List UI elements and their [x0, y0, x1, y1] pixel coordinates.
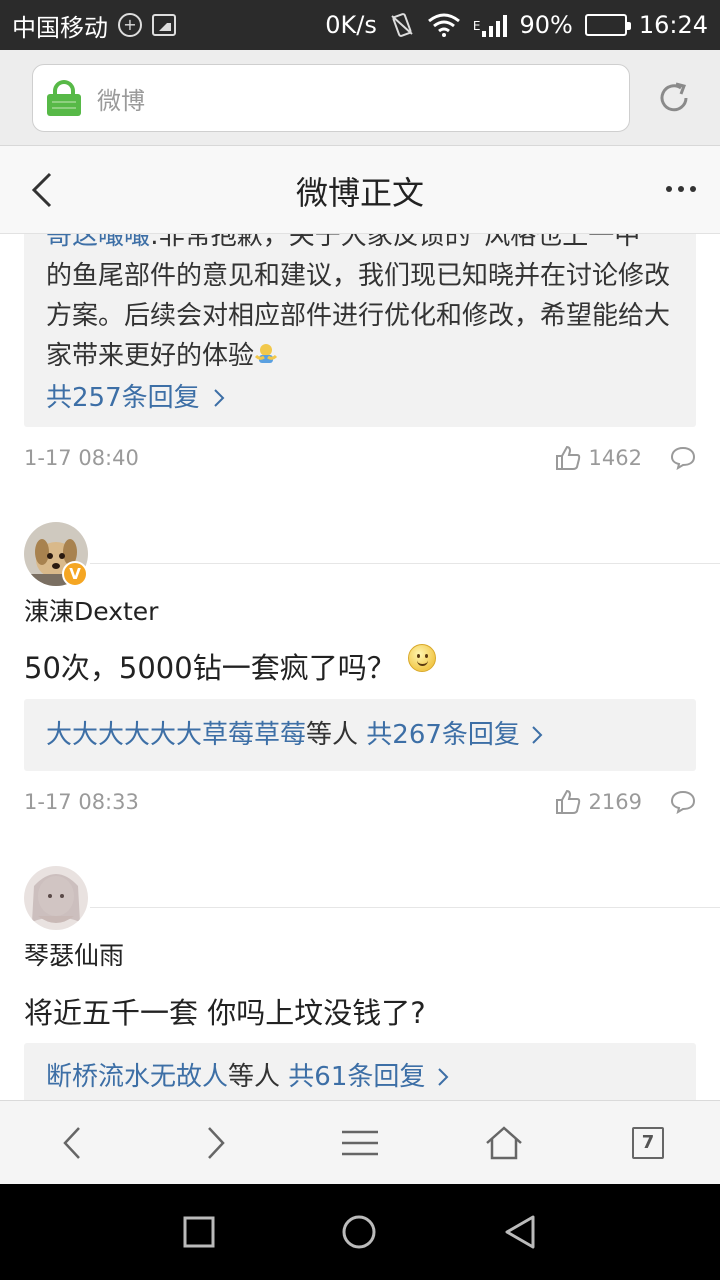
- reply-text-partial: :非常抱歉，关于大家反馈的“风格也上一中: [150, 234, 641, 251]
- clock: 16:24: [638, 11, 708, 39]
- reload-icon[interactable]: [654, 78, 694, 118]
- home-icon: [486, 1125, 522, 1159]
- url-text: 微博: [97, 86, 145, 115]
- reply-count-link[interactable]: 共267条回复: [366, 720, 520, 750]
- page-header: 微博正文: [0, 146, 720, 234]
- recent-apps-icon[interactable]: [183, 1216, 215, 1248]
- reply-count-link[interactable]: 共61条回复: [288, 1062, 425, 1092]
- comment-username[interactable]: 涷涷Dexter: [24, 592, 158, 628]
- verified-badge: V: [62, 561, 88, 587]
- reply-suffix: 等人: [228, 1062, 281, 1092]
- back-triangle-icon[interactable]: [503, 1214, 537, 1250]
- menu-icon: [342, 1130, 378, 1155]
- hug-emoji-icon: [254, 344, 278, 363]
- divider: [90, 907, 720, 908]
- reply-suffix: 等人: [306, 720, 359, 750]
- comment-meta: 1-17 08:40 1462: [24, 438, 696, 478]
- divider: [90, 563, 720, 564]
- comment-meta: 1-17 08:33 2169: [24, 782, 696, 822]
- network-type-label: E: [472, 19, 481, 33]
- vibrate-icon: [391, 13, 413, 37]
- chevron-right-icon: [437, 1068, 449, 1086]
- reply-text: 的鱼尾部件的意见和建议，我们现已知晓并在讨论修改方案。后续会对相应部件进行优化和…: [46, 261, 671, 371]
- reply-count-link[interactable]: 共257条回复: [46, 383, 200, 413]
- like-button[interactable]: 2169: [555, 789, 642, 815]
- reply-users-link[interactable]: 断桥流水无故人: [46, 1062, 228, 1092]
- more-options-icon[interactable]: [666, 186, 696, 192]
- like-button[interactable]: 1462: [555, 445, 642, 471]
- comment-bubble-icon[interactable]: [670, 446, 696, 470]
- battery-icon: [584, 14, 631, 36]
- reply-preview[interactable]: 哥这嘬嘬:非常抱歉，关于大家反馈的“风格也上一中 的鱼尾部件的意见和建议，我们现…: [24, 234, 696, 427]
- carrier-label: 中国移动: [12, 13, 108, 42]
- net-speed: 0K/s: [325, 11, 377, 39]
- chevron-right-icon: [214, 389, 225, 407]
- tabs-count: 7: [632, 1126, 664, 1159]
- wifi-icon: [427, 13, 461, 37]
- tabs-button[interactable]: 7: [576, 1101, 720, 1184]
- comment-text: 50次，5000钻一套疯了吗？: [24, 651, 396, 685]
- comment-time: 1-17 08:33: [24, 790, 139, 814]
- comment-time: 1-17 08:40: [24, 446, 139, 470]
- page-title: 微博正文: [295, 174, 424, 212]
- comment-text-container: 50次，5000钻一套疯了吗？: [24, 644, 436, 687]
- like-count: 1462: [588, 446, 642, 470]
- data-plus-icon: +: [118, 13, 142, 37]
- browser-forward-button[interactable]: [144, 1101, 288, 1184]
- secure-lock-icon: [47, 80, 81, 116]
- chevron-right-icon: [208, 1126, 225, 1159]
- signal-icon: [482, 13, 508, 37]
- thumbs-up-icon: [555, 445, 580, 470]
- url-field[interactable]: 微博: [32, 64, 630, 132]
- browser-toolbar: 7: [0, 1100, 720, 1184]
- reply-users-link[interactable]: 大大大大大大草莓草莓: [46, 720, 306, 750]
- status-bar: 中国移动 + 0K/s E 90% 16:24: [0, 0, 720, 50]
- home-circle-icon[interactable]: [341, 1214, 377, 1250]
- system-nav-bar: [0, 1184, 720, 1280]
- comment-username[interactable]: 琴瑟仙雨: [24, 936, 124, 972]
- chevron-right-icon: [532, 726, 543, 744]
- comment-list: 哥这嘬嘬:非常抱歉，关于大家反馈的“风格也上一中 的鱼尾部件的意见和建议，我们现…: [0, 234, 720, 1100]
- reply-preview[interactable]: 断桥流水无故人等人 共61条回复: [24, 1043, 696, 1100]
- reply-user-link[interactable]: 哥这嘬嘬: [46, 234, 150, 251]
- comment-bubble-icon[interactable]: [670, 790, 696, 814]
- browser-address-bar: 微博: [0, 50, 720, 146]
- smile-emoji-icon: [407, 644, 436, 672]
- reply-preview[interactable]: 大大大大大大草莓草莓等人 共267条回复: [24, 699, 696, 771]
- comment-text: 将近五千一套 你吗上坟没钱了?: [24, 996, 426, 1030]
- browser-back-button[interactable]: [0, 1101, 144, 1184]
- battery-percent: 90%: [519, 11, 573, 39]
- menu-button[interactable]: [288, 1101, 432, 1184]
- screenshot-notification-icon: [152, 14, 176, 36]
- chevron-left-icon: [63, 1126, 80, 1159]
- thumbs-up-icon: [555, 789, 580, 814]
- avatar[interactable]: [24, 866, 88, 930]
- like-count: 2169: [588, 790, 642, 814]
- home-button[interactable]: [432, 1101, 576, 1184]
